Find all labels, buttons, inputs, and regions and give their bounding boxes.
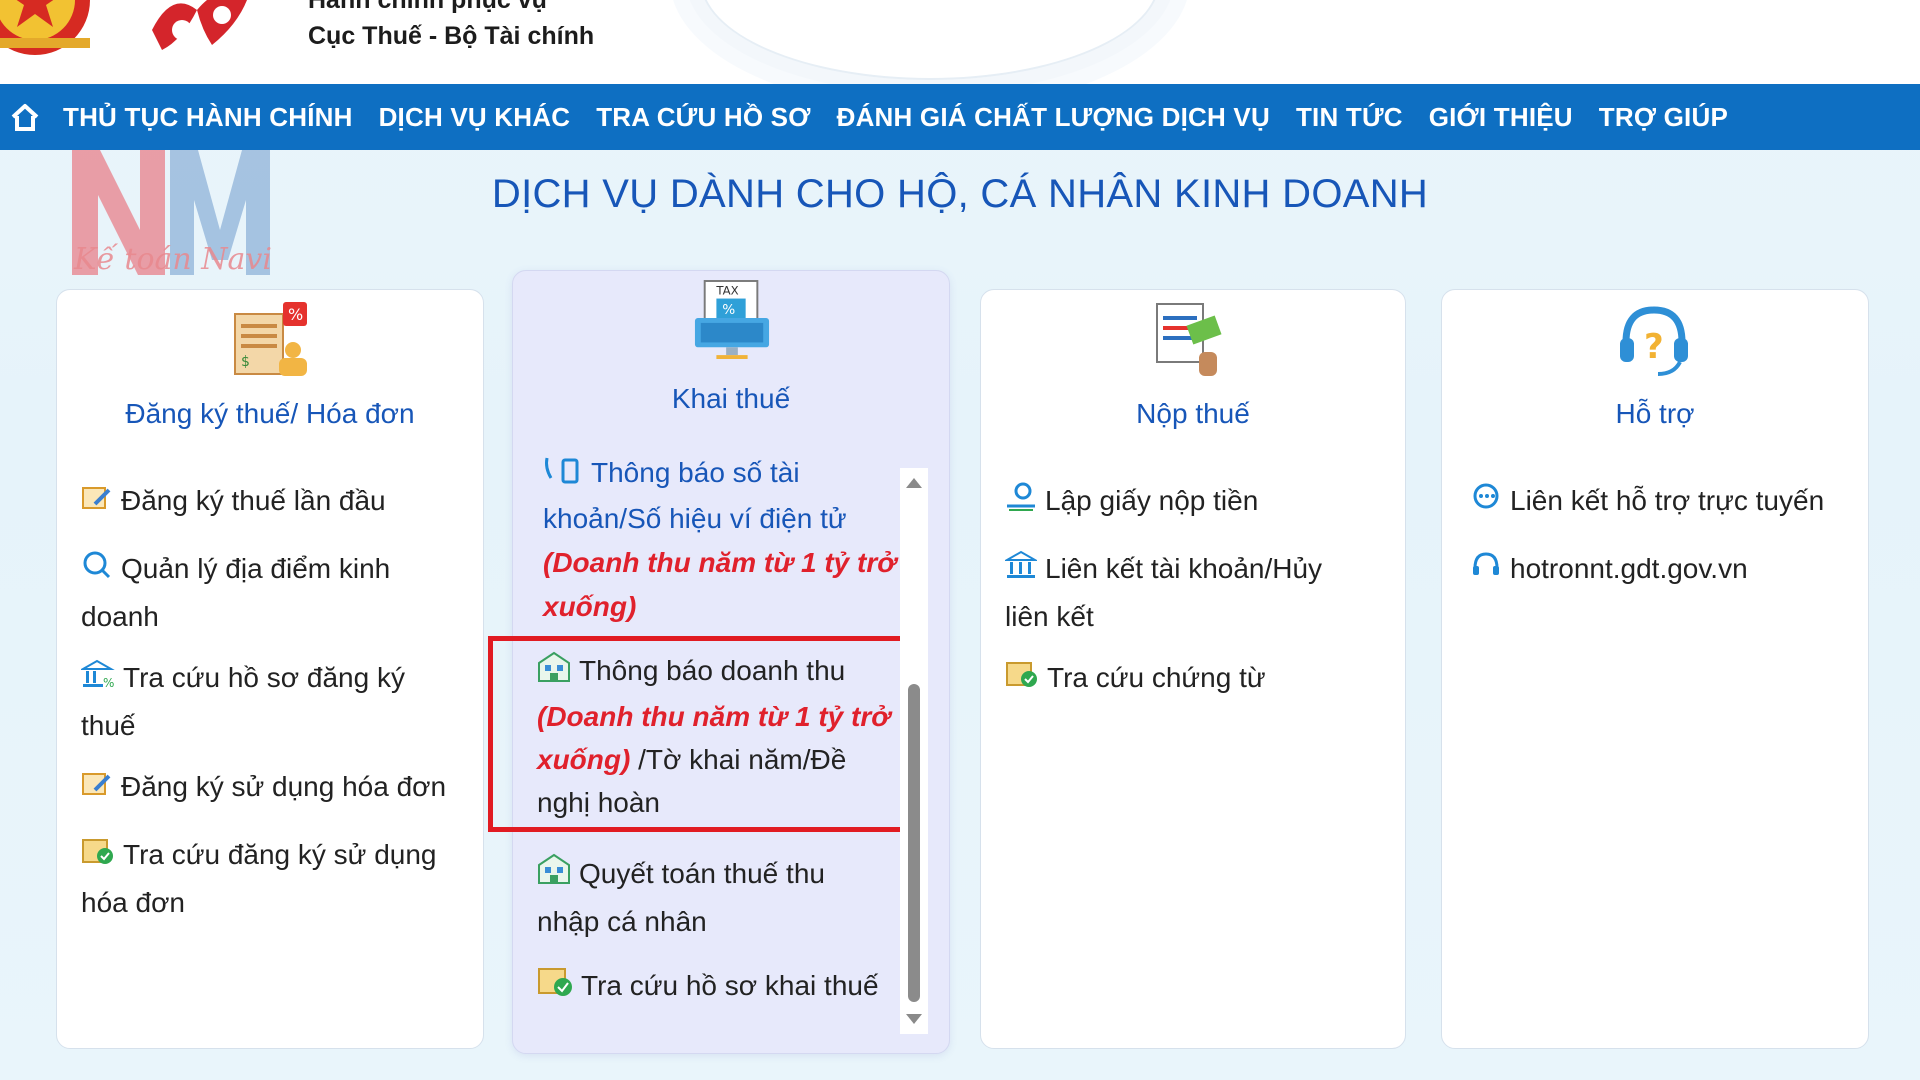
home-icon: [11, 104, 39, 131]
phone-wallet-icon: [543, 453, 583, 497]
svg-text:%: %: [103, 676, 114, 689]
item-label: Quyết toán thuế thu: [579, 858, 825, 889]
item-label: hotronnt.gdt.gov.vn: [1510, 553, 1748, 584]
item-label: Tra cứu hồ sơ khai thuế: [581, 970, 879, 1001]
scrollbar[interactable]: [900, 468, 928, 1034]
org-name-line1: Hành chính phục vụ: [308, 0, 547, 14]
link-tra-cuu-chung-tu[interactable]: Tra cứu chứng từ: [1005, 655, 1395, 703]
nav-item-thu-tuc-hanh-chinh[interactable]: THỦ TỤC HÀNH CHÍNH: [50, 102, 366, 133]
nav-item-tro-giup[interactable]: TRỢ GIÚP: [1586, 102, 1741, 133]
tax-payment-icon: [1156, 303, 1222, 376]
site-header: Hành chính phục vụ Cục Thuế - Bộ Tài chí…: [0, 0, 1920, 84]
headset-icon: [1470, 548, 1502, 594]
link-lien-ket-tai-khoan[interactable]: Liên kết tài khoản/Hủy liên kết: [1003, 546, 1395, 640]
link-quan-ly-dia-diem[interactable]: Quản lý địa điểm kinh doanh: [81, 546, 471, 640]
link-tra-cuu-ho-so-khai-thue[interactable]: Tra cứu hồ sơ khai thuế: [537, 963, 917, 1011]
item-label: Đăng ký sử dụng hóa đơn: [121, 771, 447, 802]
scrollbar-thumb[interactable]: [908, 684, 920, 1002]
svg-text:%: %: [722, 302, 735, 318]
card-dang-ky-thue: $ % Đăng ký thuế/ Hóa đơn Đăng ký thuế l…: [56, 289, 484, 1049]
nav-item-tra-cuu-ho-so[interactable]: TRA CỨU HỒ SƠ: [583, 102, 823, 133]
item-label-cont: thuế: [81, 709, 136, 741]
card-ho-tro: ? Hỗ trợ Liên kết hỗ trợ trực tuyến hotr…: [1441, 289, 1869, 1049]
item-label: Đăng ký thuế lần đầu: [121, 485, 386, 516]
nav-item-danh-gia-chat-luong[interactable]: ĐÁNH GIÁ CHẤT LƯỢNG DỊCH VỤ: [824, 102, 1283, 133]
item-label-cont: liên kết: [1005, 600, 1094, 632]
bank-icon: [1003, 548, 1039, 594]
item-label: Liên kết tài khoản/Hủy: [1045, 553, 1323, 584]
home-nav-button[interactable]: [0, 84, 50, 150]
page-title: DỊCH VỤ DÀNH CHO HỘ, CÁ NHÂN KINH DOANH: [491, 172, 1429, 216]
svg-text:TAX: TAX: [715, 284, 738, 298]
chat-support-icon: [1470, 480, 1502, 526]
watermark-text: Kế toán Navi: [74, 242, 272, 277]
svg-text:?: ?: [1644, 327, 1664, 367]
revenue-note: (Doanh thu năm từ 1 tỷ trở: [543, 546, 897, 578]
card-title: Đăng ký thuế/ Hóa đơn: [125, 398, 415, 429]
link-lien-ket-ho-tro[interactable]: Liên kết hỗ trợ trực tuyến: [1470, 478, 1862, 526]
nav-item-gioi-thieu[interactable]: GIỚI THIỆU: [1416, 102, 1586, 133]
register-icon: [81, 766, 113, 812]
item-label: Thông báo số tài: [591, 457, 800, 488]
register-icon: [81, 480, 113, 526]
search-icon: [81, 548, 113, 594]
item-label-cont: nhập cá nhân: [537, 905, 707, 937]
link-tra-cuu-ho-so-dang-ky[interactable]: % Tra cứu hồ sơ đăng ký thuế: [79, 655, 471, 749]
revenue-note-cont: xuống): [543, 590, 637, 622]
item-label-cont: khoản/Số hiệu ví điện tử: [543, 502, 847, 534]
org-name-line2: Cục Thuế - Bộ Tài chính: [308, 22, 595, 50]
item-label: Liên kết hỗ trợ trực tuyến: [1510, 485, 1825, 516]
national-emblem-icon: [0, 0, 90, 55]
card-title: Khai thuế: [671, 383, 791, 414]
card-title: Hỗ trợ: [1615, 398, 1695, 429]
card-title: Nộp thuế: [1136, 398, 1250, 429]
scroll-up-arrow-icon[interactable]: [906, 478, 922, 488]
item-label: Quản lý địa điểm kinh: [121, 553, 391, 584]
help-headset-icon: ?: [1620, 306, 1688, 376]
nav-item-dich-vu-khac[interactable]: DỊCH VỤ KHÁC: [366, 102, 584, 133]
item-label: Tra cứu chứng từ: [1047, 662, 1266, 693]
person-money-icon: [1005, 480, 1037, 526]
ministry-logo-icon: [152, 0, 247, 50]
link-lap-giay-nop-tien[interactable]: Lập giấy nộp tiền: [1005, 478, 1395, 526]
document-check-icon: [537, 965, 573, 1011]
document-check-icon: [81, 834, 115, 880]
document-check-icon: [1005, 657, 1039, 703]
building-icon: [537, 853, 571, 899]
header-decoration: [700, 0, 1160, 80]
item-label: Lập giấy nộp tiền: [1045, 485, 1259, 516]
item-label-cont: hóa đơn: [81, 886, 186, 918]
link-dang-ky-thue-lan-dau[interactable]: Đăng ký thuế lần đầu: [81, 478, 471, 526]
scroll-down-arrow-icon[interactable]: [906, 1014, 922, 1024]
highlight-box: [488, 636, 916, 832]
item-label: Tra cứu hồ sơ đăng ký: [123, 662, 405, 693]
svg-text:%: %: [288, 305, 303, 324]
card-nop-thue: Nộp thuế Lập giấy nộp tiền Liên kết tài …: [980, 289, 1406, 1049]
link-hotro-email[interactable]: hotronnt.gdt.gov.vn: [1470, 546, 1862, 594]
link-thong-bao-so-tai-khoan[interactable]: Thông báo số tài khoản/Số hiệu ví điện t…: [543, 451, 913, 629]
svg-text:$: $: [241, 354, 250, 370]
link-dang-ky-su-dung-hoa-don[interactable]: Đăng ký sử dụng hóa đơn: [81, 764, 481, 812]
bank-search-icon: %: [79, 657, 115, 703]
tax-computer-icon: TAX %: [694, 280, 770, 359]
link-quyet-toan-thue-tncn[interactable]: Quyết toán thuế thu nhập cá nhân: [537, 851, 917, 945]
link-tra-cuu-dang-ky-hoa-don[interactable]: Tra cứu đăng ký sử dụng hóa đơn: [81, 832, 471, 926]
item-label-cont: doanh: [81, 600, 159, 632]
item-label: Tra cứu đăng ký sử dụng: [123, 839, 437, 870]
invoice-register-icon: $ %: [234, 302, 307, 376]
nav-item-tin-tuc[interactable]: TIN TỨC: [1283, 102, 1416, 133]
